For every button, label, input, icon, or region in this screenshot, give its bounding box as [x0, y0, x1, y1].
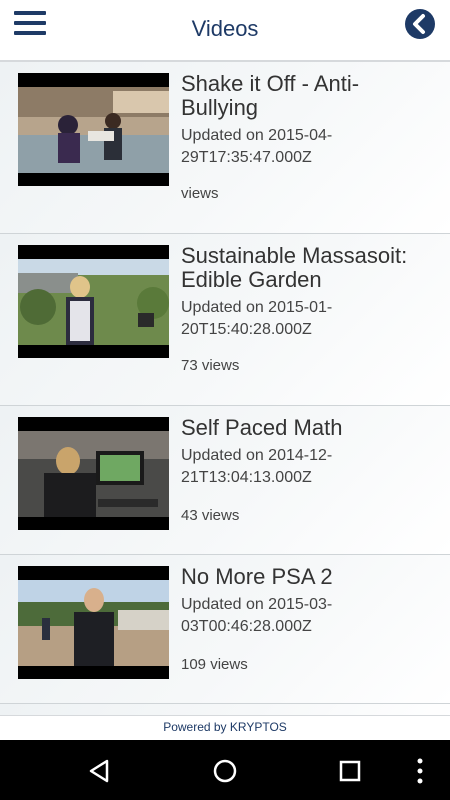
video-thumbnail[interactable]	[18, 245, 169, 358]
video-updated: Updated on 2014-12-21T13:04:13.000Z	[181, 447, 333, 486]
video-views: 73 views	[181, 357, 240, 374]
video-title[interactable]: Sustainable Massasoit: Edible Garden	[181, 244, 430, 292]
video-thumbnail[interactable]	[18, 73, 169, 186]
video-list-item-partial[interactable]	[0, 704, 450, 715]
video-views: 109 views	[181, 656, 248, 673]
video-list-item[interactable]: Shake it Off - Anti-Bullying Updated on …	[0, 62, 450, 234]
nav-back-triangle-icon[interactable]	[85, 756, 115, 786]
video-info: Shake it Off - Anti-Bullying Updated on …	[181, 72, 430, 169]
video-thumbnail[interactable]	[18, 417, 169, 530]
nav-recents-square-icon[interactable]	[335, 756, 365, 786]
back-chevron-icon[interactable]	[404, 8, 436, 40]
video-thumbnail[interactable]	[18, 566, 169, 679]
video-title[interactable]: Self Paced Math	[181, 416, 430, 440]
video-list: Shake it Off - Anti-Bullying Updated on …	[0, 62, 450, 715]
video-updated: Updated on 2015-04-29T17:35:47.000Z	[181, 127, 333, 166]
nav-overflow-dots-icon[interactable]	[410, 756, 430, 786]
app-header: Videos	[0, 0, 450, 62]
video-info: Sustainable Massasoit: Edible Garden Upd…	[181, 244, 430, 341]
video-views: 43 views	[181, 507, 240, 524]
video-info: Self Paced Math Updated on 2014-12-21T13…	[181, 416, 430, 489]
page-title: Videos	[191, 16, 259, 41]
video-list-item[interactable]: Sustainable Massasoit: Edible Garden Upd…	[0, 234, 450, 406]
nav-home-circle-icon[interactable]	[210, 756, 240, 786]
powered-by-footer: Powered by KRYPTOS	[0, 715, 450, 740]
video-list-item[interactable]: No More PSA 2 Updated on 2015-03-03T00:4…	[0, 555, 450, 704]
video-title[interactable]: Shake it Off - Anti-Bullying	[181, 72, 430, 120]
system-navigation-bar	[0, 740, 450, 800]
video-info: No More PSA 2 Updated on 2015-03-03T00:4…	[181, 565, 430, 638]
video-views: views	[181, 185, 219, 202]
video-title[interactable]: No More PSA 2	[181, 565, 430, 589]
video-updated: Updated on 2015-01-20T15:40:28.000Z	[181, 299, 333, 338]
video-list-item[interactable]: Self Paced Math Updated on 2014-12-21T13…	[0, 406, 450, 555]
video-updated: Updated on 2015-03-03T00:46:28.000Z	[181, 596, 333, 635]
